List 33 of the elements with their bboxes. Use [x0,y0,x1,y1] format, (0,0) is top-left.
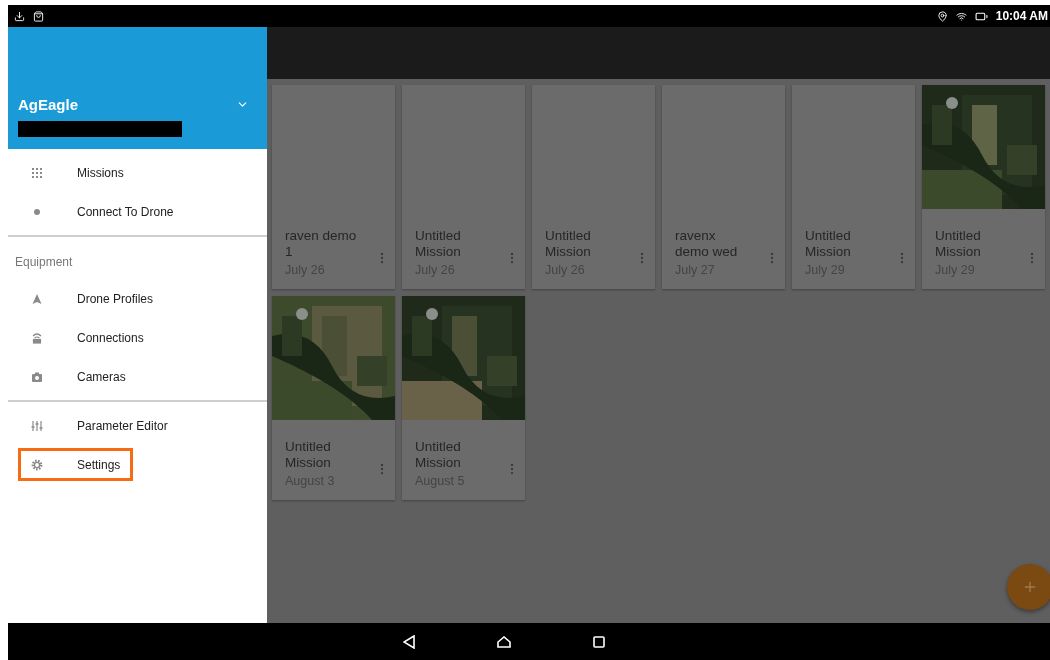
mission-title: Untitled Mission [285,439,332,471]
drawer-item[interactable]: Cameras [18,360,139,393]
camera-icon [31,370,43,383]
mission-title: Untitled Mission [415,228,462,260]
clock-time: 10:04 AM [995,9,1048,23]
bag-icon [33,10,44,22]
mission-title: Untitled Mission [415,439,462,471]
gear-icon [31,458,43,471]
download-icon [14,10,25,22]
arrow-icon [31,292,43,305]
mission-title: Untitled Mission [805,228,852,260]
section-label: Equipment [14,254,74,271]
back-icon[interactable] [403,634,415,649]
add-button[interactable] [1007,564,1050,610]
mission-title: Untitled Mission [545,228,592,260]
sliders-icon [31,419,43,432]
account-name: AgEagle [18,96,78,113]
drawer-item[interactable]: Missions [18,156,137,189]
home-icon[interactable] [497,635,511,648]
mission-title: ravenx demo wed [675,228,739,260]
grid-icon [31,166,43,179]
drawer-item[interactable]: Connections [18,321,157,354]
location-icon [936,10,948,22]
drawer-item[interactable]: Connect To Drone [18,195,187,228]
wifi-icon [955,10,967,22]
drawer-item[interactable]: Drone Profiles [18,282,167,315]
mission-title: raven demo 1 [285,228,358,260]
drawer-item[interactable]: Settings [18,448,134,481]
recents-icon[interactable] [593,635,605,648]
plus-icon [1022,579,1038,595]
wireless-icon [31,331,43,344]
mission-title: Untitled Mission [935,228,982,260]
drawer-item[interactable]: Parameter Editor [18,409,181,442]
